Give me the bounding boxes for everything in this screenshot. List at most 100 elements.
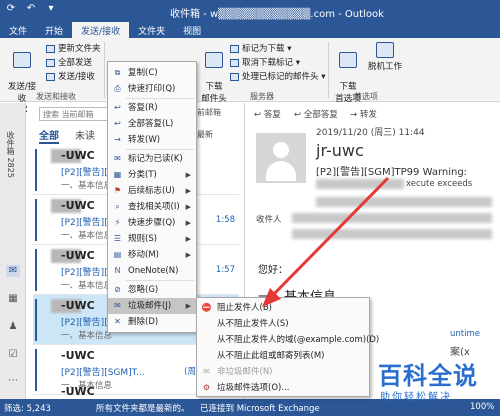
ribbon-tabs: 文件 开始 发送/接收 文件夹 视图: [0, 22, 500, 38]
message-from: jr-uwc: [316, 141, 364, 160]
menu-item-ignore[interactable]: ⊘ 忽略(G): [108, 282, 196, 298]
submenu-arrow-icon: ▶: [185, 219, 191, 227]
forward-button[interactable]: → 转发: [350, 108, 377, 120]
process-marked-headers-button[interactable]: 处理已标记的邮件头 ▾: [230, 70, 325, 82]
menu-item-reply-all[interactable]: ↩ 全部答复(L): [108, 116, 196, 132]
download-headers-button[interactable]: 下载 邮件头: [200, 42, 228, 104]
unmark-download-icon: [230, 58, 239, 67]
sort-order[interactable]: 最新: [197, 129, 213, 140]
rules-icon: ☰: [113, 234, 122, 243]
redaction: [292, 229, 492, 239]
undo-icon[interactable]: ↶: [24, 3, 38, 14]
menu-item-categorize[interactable]: ▦ 分类(T) ▶: [108, 167, 196, 183]
menu-item-rules[interactable]: ☰ 规则(S) ▶: [108, 231, 196, 247]
menu-item-copy[interactable]: ⧉ 复制(C): [108, 65, 196, 81]
message-time: 1:57: [215, 265, 235, 275]
submenu-item-never-block-group[interactable]: 从不阻止此组或邮寄列表(M): [197, 348, 369, 364]
tab-send-receive[interactable]: 发送/接收: [72, 22, 130, 38]
menu-item-onenote[interactable]: N OneNote(N): [108, 263, 196, 279]
menu-item-move[interactable]: ▤ 移动(M) ▶: [108, 247, 196, 263]
quick-access-toolbar: ⟳ ↶ ▾: [4, 3, 58, 14]
tab-folder[interactable]: 文件夹: [129, 22, 174, 38]
menu-item-junk[interactable]: ✉ 垃圾邮件(J) ▶: [108, 298, 196, 314]
message-body-line: untime: [450, 329, 480, 339]
menu-item-mark-read[interactable]: ✉ 标记为已读(K): [108, 151, 196, 167]
ignore-icon: ⊘: [114, 285, 121, 294]
menu-item-quick-print[interactable]: ⎙ 快速打印(Q): [108, 81, 196, 97]
envelope-open-icon: ✉: [114, 154, 121, 163]
menu-item-find-related[interactable]: ⌕ 查找相关项(I) ▶: [108, 199, 196, 215]
forward-icon: →: [350, 110, 358, 120]
title-bar: ⟳ ↶ ▾ 收件箱 - w▒▒▒▒▒▒▒▒▒▒▒▒.com - Outlook: [0, 0, 500, 22]
message-preview: 一、基本信息: [61, 281, 113, 291]
send-receive-all-icon: [13, 52, 31, 68]
watermark-logo: 百科全说 助你轻松解决: [374, 356, 496, 408]
watermark-sub: 助你轻松解决: [380, 392, 452, 403]
menu-separator: [126, 98, 194, 99]
navigation-bar: 收件箱 2825 ✉ ▦ ♟ ☑ ⋯: [0, 103, 26, 399]
group-label-preferences: 首选项: [354, 92, 378, 101]
submenu-item-block-sender[interactable]: ⛔ 阻止发件人(B): [197, 300, 369, 316]
message-preview: 一、基本信息: [61, 331, 113, 341]
window-title: 收件箱 - w▒▒▒▒▒▒▒▒▒▒▒▒.com - Outlook: [170, 9, 384, 20]
reply-button[interactable]: ↩ 答复: [254, 108, 281, 120]
filter-unread[interactable]: 未读: [75, 127, 95, 142]
message-sender: -UWC: [61, 149, 95, 162]
menu-item-reply[interactable]: ↩ 答复(R): [108, 100, 196, 116]
update-folder-button[interactable]: 更新文件夹: [46, 42, 101, 54]
junk-options-icon: ⚙: [202, 383, 211, 392]
menu-item-delete[interactable]: ✕ 删除(D): [108, 314, 196, 330]
reply-all-icon: ↩: [114, 119, 121, 128]
not-junk-icon: ✉: [203, 367, 210, 376]
menu-item-quick-steps[interactable]: ⚡ 快速步骤(Q) ▶: [108, 215, 196, 231]
tab-file[interactable]: 文件: [0, 22, 36, 38]
reply-all-button[interactable]: ↩ 全部答复: [294, 108, 338, 120]
message-sender: -UWC: [61, 299, 95, 312]
block-sender-icon: ⛔: [201, 303, 212, 312]
download-headers-icon: [205, 52, 223, 68]
submenu-item-never-block-domain[interactable]: 从不阻止发件人的域(@example.com)(D): [197, 332, 379, 348]
send-receive-groups-button[interactable]: 发送/接收: [46, 70, 95, 82]
message-preview: 一、基本信息: [61, 181, 113, 191]
quick-steps-icon: ⚡: [114, 218, 121, 227]
tab-view[interactable]: 视图: [174, 22, 210, 38]
submenu-arrow-icon: ▶: [185, 187, 191, 195]
folder-pane-label[interactable]: 收件箱 2825: [5, 131, 16, 178]
message-sender: -UWC: [61, 249, 95, 262]
customize-icon[interactable]: ▾: [44, 3, 58, 14]
move-icon: ▤: [113, 250, 122, 259]
menu-item-follow-up[interactable]: ⚑ 后续标志(U) ▶: [108, 183, 196, 199]
submenu-item-never-block-sender[interactable]: 从不阻止发件人(S): [197, 316, 369, 332]
print-icon: ⎙: [114, 84, 121, 93]
people-icon[interactable]: ♟: [6, 321, 20, 333]
onenote-icon: N: [114, 266, 121, 275]
unmark-download-button[interactable]: 取消下载标记 ▾: [230, 56, 300, 68]
recipient-label: 收件人: [256, 215, 282, 225]
delete-icon: ✕: [114, 317, 121, 326]
avatar: [256, 133, 306, 183]
send-all-button[interactable]: 全部发送: [46, 56, 92, 68]
group-label-send-receive: 发送和接收: [36, 92, 76, 101]
unread-indicator: [35, 199, 37, 241]
more-icon[interactable]: ⋯: [6, 375, 20, 387]
submenu-arrow-icon: ▶: [185, 302, 191, 310]
ribbon-separator: [104, 42, 105, 98]
submenu-item-not-junk: ✉ 非垃圾邮件(N): [197, 364, 369, 380]
tasks-icon[interactable]: ☑: [6, 349, 20, 361]
menu-item-forward[interactable]: → 转发(W): [108, 132, 196, 148]
work-offline-icon: [376, 42, 394, 58]
submenu-item-junk-options[interactable]: ⚙ 垃圾邮件选项(O)...: [197, 380, 369, 396]
calendar-icon[interactable]: ▦: [6, 293, 20, 305]
tab-home[interactable]: 开始: [36, 22, 72, 38]
filter-all[interactable]: 全部: [39, 127, 59, 144]
work-offline-button[interactable]: 脱机工作: [366, 42, 404, 72]
unread-indicator: [35, 149, 37, 191]
message-greeting: 您好：: [258, 265, 288, 276]
status-connection: 已连接到 Microsoft Exchange: [200, 404, 320, 414]
mark-download-button[interactable]: 标记为下载 ▾: [230, 42, 291, 54]
unread-indicator: [35, 349, 37, 391]
process-headers-icon: [230, 72, 239, 81]
mail-icon[interactable]: ✉: [6, 265, 20, 277]
send-receive-icon[interactable]: ⟳: [4, 3, 18, 14]
redaction: [292, 213, 492, 223]
